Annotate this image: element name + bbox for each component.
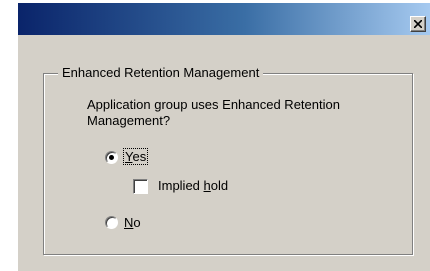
title-bar[interactable] bbox=[18, 3, 430, 35]
yes-label[interactable]: Yes bbox=[122, 148, 149, 165]
yes-radio[interactable] bbox=[105, 151, 118, 164]
groupbox-legend: Enhanced Retention Management bbox=[58, 65, 264, 81]
implied-hold-label[interactable]: Implied hold bbox=[158, 178, 228, 194]
implied-hold-checkbox[interactable] bbox=[133, 179, 148, 194]
focus-rect: Yes bbox=[122, 148, 149, 165]
dialog-window: Enhanced Retention Management Applicatio… bbox=[18, 3, 430, 271]
question-text: Application group uses Enhanced Retentio… bbox=[87, 97, 340, 128]
no-radio[interactable] bbox=[105, 216, 118, 229]
no-label[interactable]: No bbox=[124, 215, 141, 231]
radio-selected-dot bbox=[109, 155, 114, 160]
close-icon bbox=[414, 20, 422, 28]
close-button[interactable] bbox=[410, 16, 426, 32]
